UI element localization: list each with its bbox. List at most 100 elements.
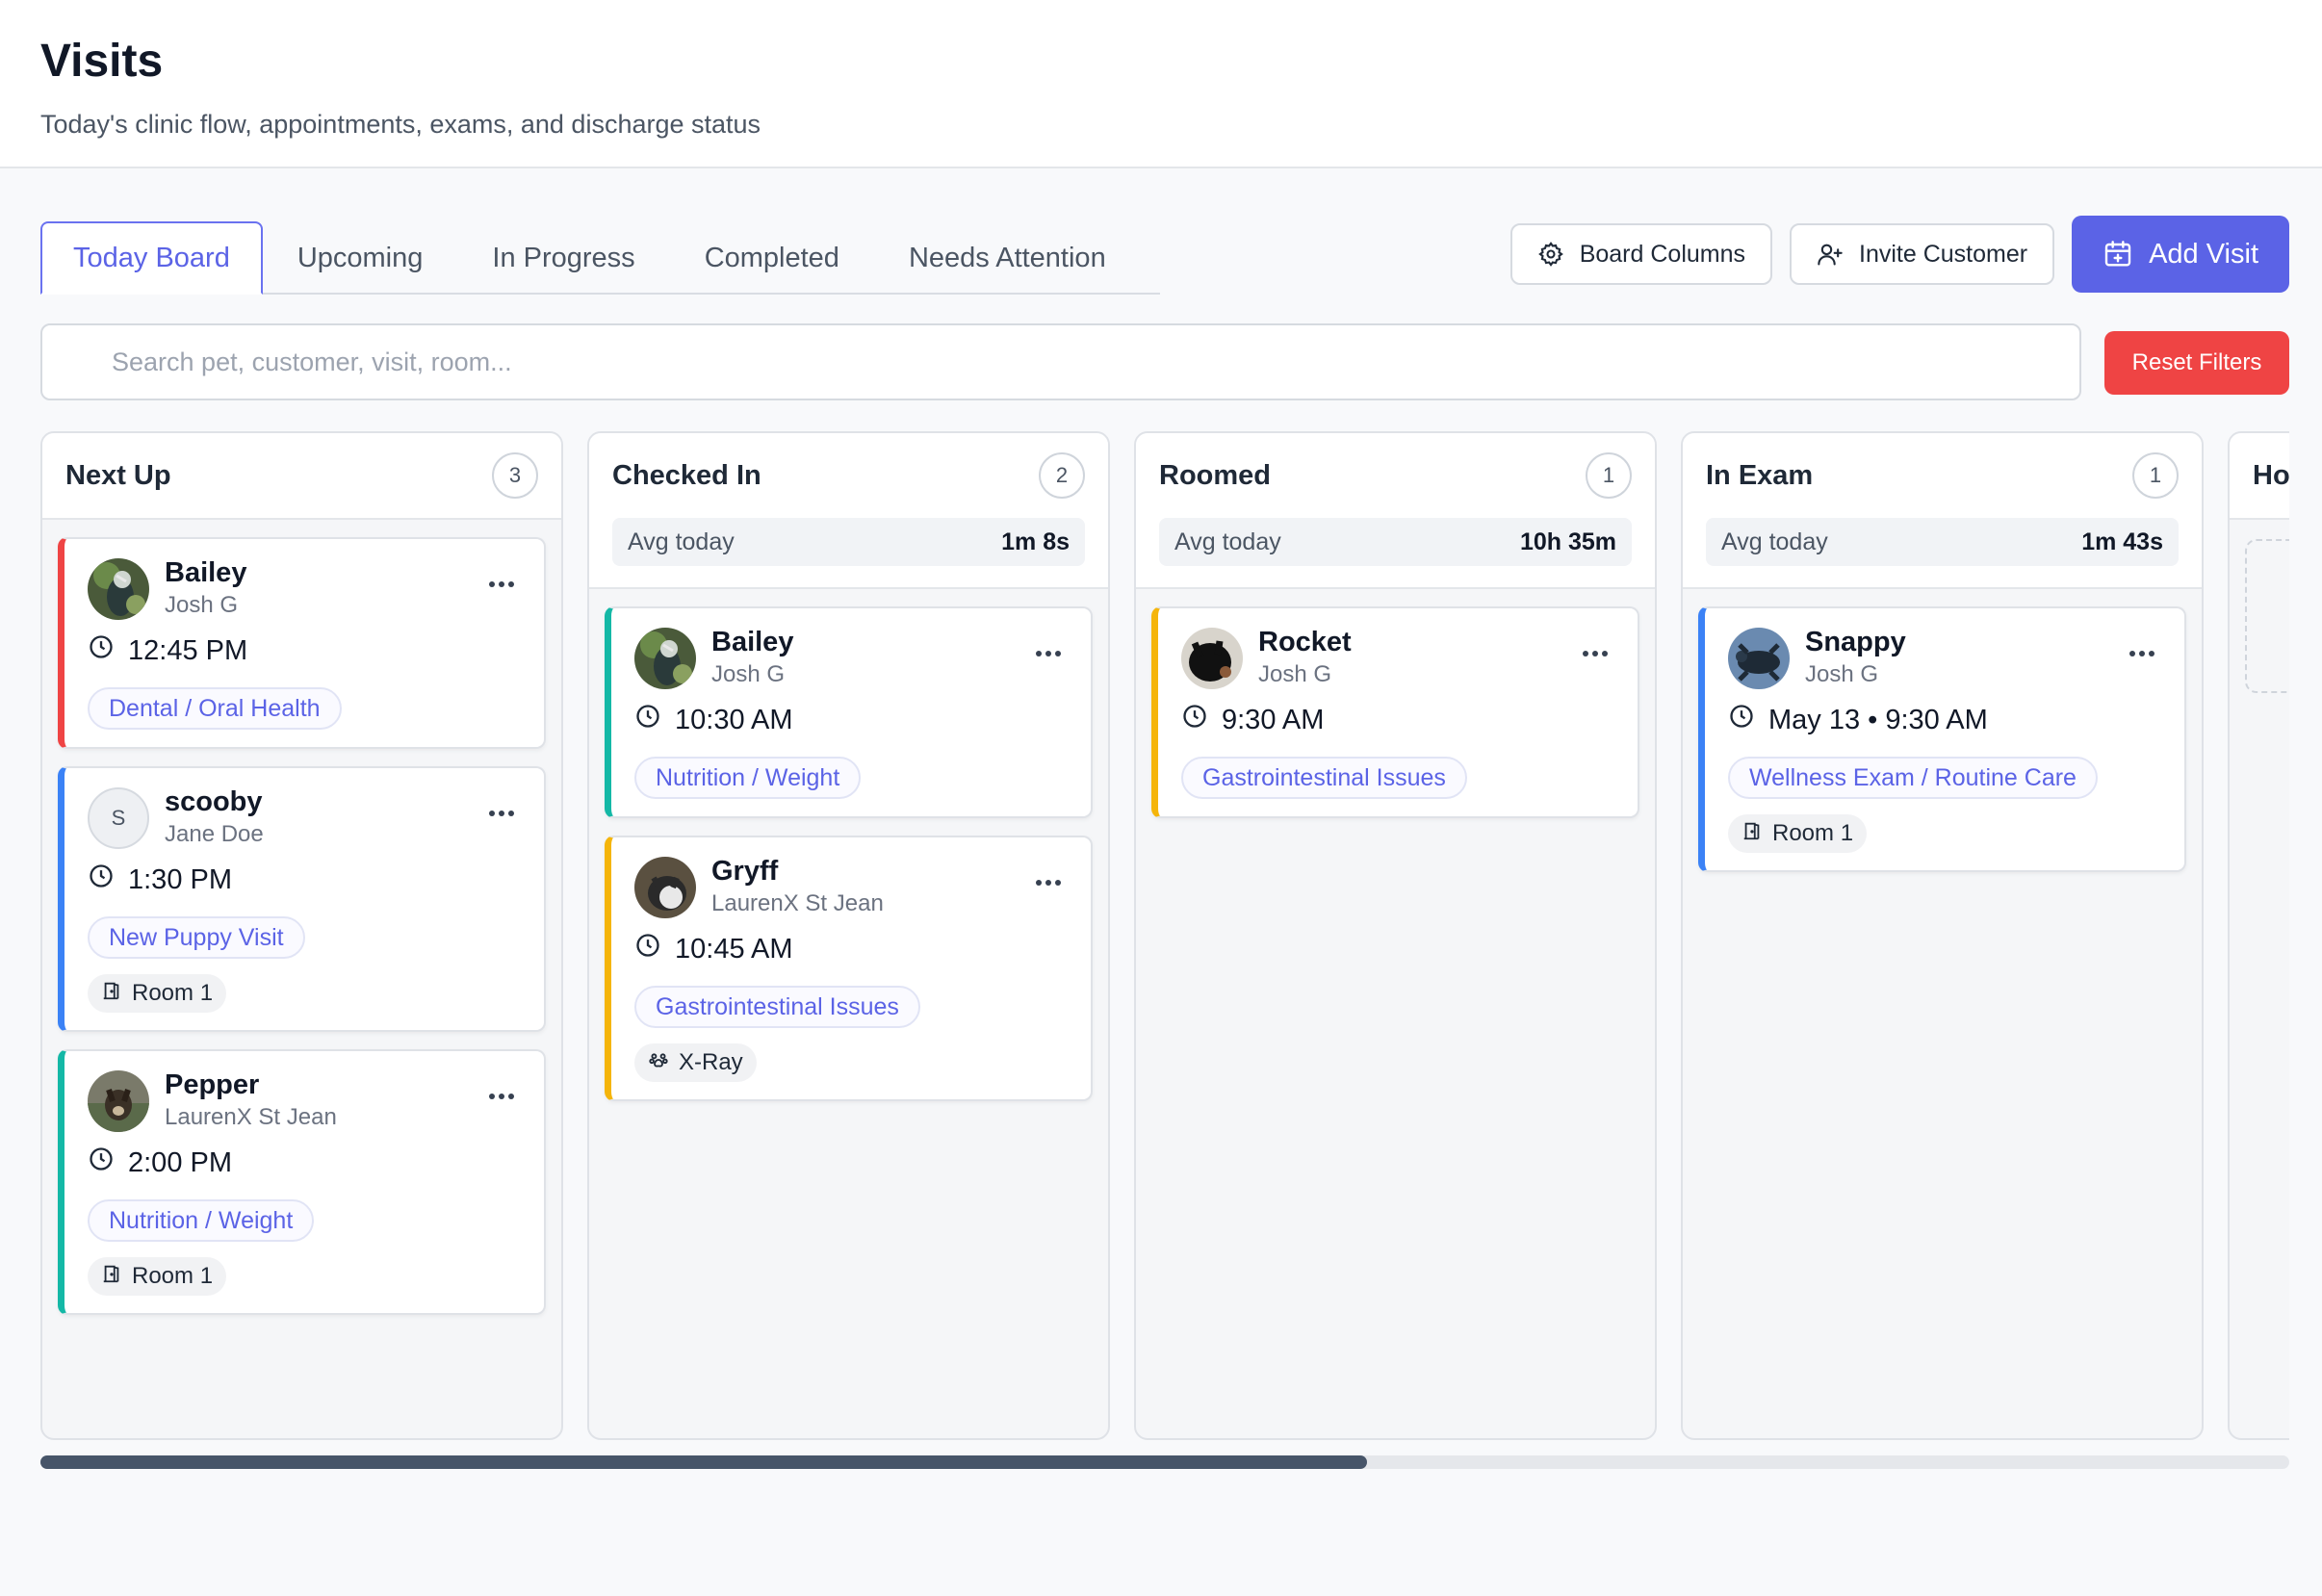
visit-reason-tag: Wellness Exam / Routine Care (1728, 757, 2098, 799)
more-options-icon[interactable] (2128, 645, 2155, 662)
column-header: Next Up 3 (42, 433, 561, 520)
owner-name: Josh G (1805, 661, 1879, 687)
empty-drop-slot (2245, 539, 2289, 693)
add-visit-label: Add Visit (2149, 238, 2258, 270)
gear-icon (1537, 241, 1564, 268)
clock-icon (88, 633, 115, 668)
visit-card[interactable]: Pepper LaurenX St Jean 2:00 PM Nutrition… (58, 1049, 546, 1315)
tab-in-progress[interactable]: In Progress (457, 221, 669, 295)
pet-name: Bailey (165, 557, 247, 588)
visit-time: 1:30 PM (128, 863, 232, 895)
column-title: In Exam (1706, 459, 1814, 491)
kanban-board: Next Up 3 Bailey Josh G 12:45 PM Dental … (40, 431, 2289, 1442)
pet-name: scooby (165, 786, 263, 817)
column-count-badge: 1 (1586, 452, 1632, 499)
pet-avatar (634, 628, 696, 689)
more-options-icon[interactable] (488, 805, 515, 822)
column-header: In Exam 1 Avg today 1m 43s (1683, 433, 2202, 589)
column-count-badge: 2 (1039, 452, 1085, 499)
visit-card[interactable]: Rocket Josh G 9:30 AM Gastrointestinal I… (1151, 606, 1639, 818)
search-input[interactable] (40, 323, 2081, 400)
visit-reason-tag: Gastrointestinal Issues (1181, 757, 1467, 799)
page-subtitle: Today's clinic flow, appointments, exams… (40, 110, 761, 139)
column-title: Next Up (65, 459, 171, 491)
door-icon (101, 980, 122, 1008)
avg-time-bar: Avg today 1m 8s (612, 518, 1085, 566)
tab-upcoming[interactable]: Upcoming (263, 221, 458, 295)
column-checked-in: Checked In 2 Avg today 1m 8s Bailey Josh… (587, 431, 1110, 1440)
visit-time: May 13 • 9:30 AM (1768, 704, 1988, 735)
chip-label: X-Ray (679, 1049, 743, 1075)
visit-reason-tag: New Puppy Visit (88, 916, 305, 959)
pet-avatar (88, 558, 149, 620)
column-title: Roomed (1159, 459, 1271, 491)
visit-reason-tag: Nutrition / Weight (634, 757, 862, 799)
avg-label: Avg today (1721, 528, 1828, 555)
scrollbar-thumb[interactable] (40, 1455, 1368, 1469)
avg-label: Avg today (628, 528, 735, 555)
visit-card[interactable]: S scooby Jane Doe 1:30 PM New Puppy Visi… (58, 766, 546, 1032)
visit-card[interactable]: Bailey Josh G 12:45 PM Dental / Oral Hea… (58, 537, 546, 749)
visit-time: 12:45 PM (128, 634, 248, 666)
clock-icon (634, 703, 661, 737)
clock-icon (88, 862, 115, 897)
column-count-badge: 1 (2132, 452, 2179, 499)
clock-icon (1181, 703, 1208, 737)
avg-value: 10h 35m (1519, 528, 1616, 555)
card-list: Snappy Josh G May 13 • 9:30 AM Wellness … (1683, 589, 2202, 872)
more-options-icon[interactable] (1582, 645, 1609, 662)
pet-avatar (1728, 628, 1790, 689)
board-columns-button[interactable]: Board Columns (1509, 223, 1773, 285)
visit-card[interactable]: Snappy Josh G May 13 • 9:30 AM Wellness … (1698, 606, 2186, 872)
pet-avatar: S (88, 787, 149, 849)
more-options-icon[interactable] (1035, 874, 1062, 891)
invite-customer-label: Invite Customer (1859, 240, 2028, 268)
column-partial: Ho (2228, 431, 2289, 1440)
toolbar: Today Board Upcoming In Progress Complet… (40, 216, 2289, 295)
door-icon (101, 1263, 122, 1291)
visit-card[interactable]: Gryff LaurenX St Jean 10:45 AM Gastroint… (605, 836, 1093, 1101)
visit-time: 2:00 PM (128, 1146, 232, 1178)
calendar-plus-icon (2103, 239, 2133, 270)
invite-customer-button[interactable]: Invite Customer (1790, 223, 2055, 285)
avg-value: 1m 43s (2081, 528, 2163, 555)
add-visit-button[interactable]: Add Visit (2072, 216, 2289, 293)
column-roomed: Roomed 1 Avg today 10h 35m Rocket Josh G (1134, 431, 1657, 1440)
visit-reason-tag: Dental / Oral Health (88, 687, 342, 730)
visit-card[interactable]: Bailey Josh G 10:30 AM Nutrition / Weigh… (605, 606, 1093, 818)
avg-time-bar: Avg today 1m 43s (1706, 518, 2179, 566)
tab-today-board[interactable]: Today Board (40, 221, 263, 295)
more-options-icon[interactable] (1035, 645, 1062, 662)
board-scrollbar[interactable] (40, 1455, 2289, 1469)
door-icon (1742, 820, 1763, 848)
owner-name: LaurenX St Jean (711, 890, 884, 916)
tab-bar: Today Board Upcoming In Progress Complet… (40, 221, 1160, 295)
owner-name: Jane Doe (165, 821, 264, 847)
clock-icon (88, 1146, 115, 1180)
board-columns-label: Board Columns (1579, 240, 1746, 268)
column-in-exam: In Exam 1 Avg today 1m 43s Snappy Josh G (1681, 431, 2204, 1440)
room-label: Room 1 (132, 980, 214, 1006)
visit-reason-tag: Gastrointestinal Issues (634, 986, 920, 1028)
tab-needs-attention[interactable]: Needs Attention (874, 221, 1141, 295)
column-count-badge: 3 (492, 452, 538, 499)
more-options-icon[interactable] (488, 576, 515, 593)
more-options-icon[interactable] (488, 1088, 515, 1105)
tab-completed[interactable]: Completed (670, 221, 874, 295)
pet-name: Bailey (711, 627, 794, 657)
pet-name: Snappy (1805, 627, 1906, 657)
avg-value: 1m 8s (1001, 528, 1070, 555)
pet-name: Gryff (711, 856, 779, 887)
avg-label: Avg today (1174, 528, 1281, 555)
room-chip: Room 1 (88, 974, 227, 1013)
visit-time: 9:30 AM (1222, 704, 1325, 735)
paw-icon (648, 1049, 669, 1077)
card-list: Rocket Josh G 9:30 AM Gastrointestinal I… (1136, 589, 1655, 818)
reset-filters-button[interactable]: Reset Filters (2104, 331, 2289, 395)
header-actions: Board Columns Invite Customer Add Visit (1509, 216, 2289, 293)
room-chip: Room 1 (88, 1257, 227, 1296)
column-header: Roomed 1 Avg today 10h 35m (1136, 433, 1655, 589)
card-list: Bailey Josh G 12:45 PM Dental / Oral Hea… (42, 520, 561, 1315)
column-title: Ho (2253, 459, 2289, 491)
owner-name: Josh G (711, 661, 786, 687)
